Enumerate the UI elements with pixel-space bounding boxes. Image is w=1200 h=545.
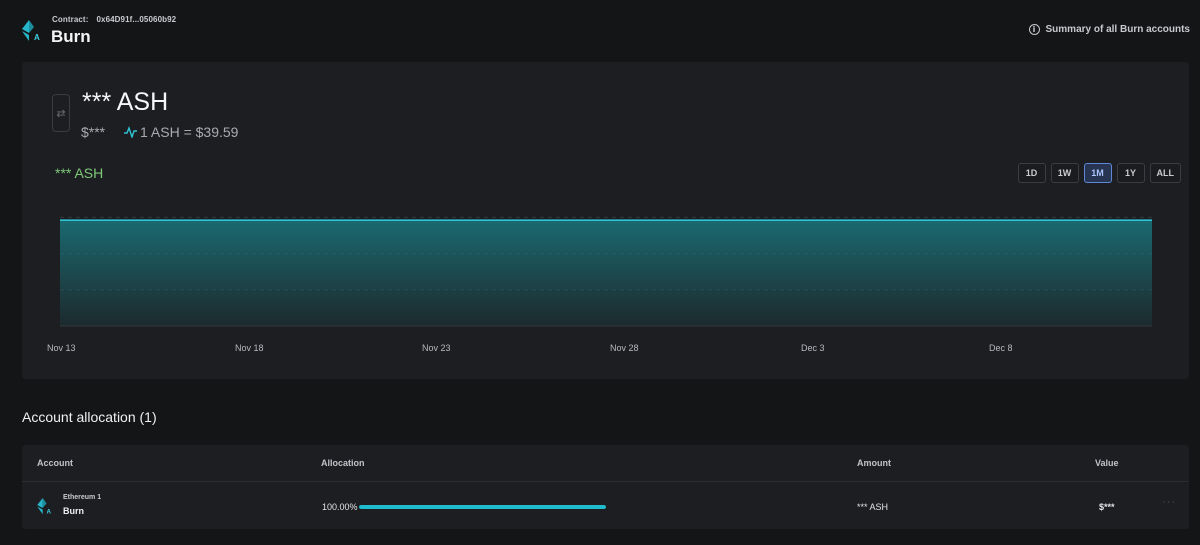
contract-address[interactable]: 0x64D91f...05060b92 (96, 15, 176, 24)
contract-info: Contract: 0x64D91f...05060b92 (52, 15, 176, 24)
summary-link-label: Summary of all Burn accounts (1045, 24, 1190, 35)
table-header: Account Allocation Amount Value (22, 445, 1189, 482)
range-button-1w[interactable]: 1W (1050, 163, 1079, 183)
x-tick-label: Nov 23 (422, 343, 451, 353)
range-button-1d[interactable]: 1D (1017, 163, 1046, 183)
column-allocation[interactable]: Allocation (321, 458, 365, 468)
balance-card: Nov 13 Nov 18 Nov 23 Nov 28 Dec 3 Dec 8 ⇄ ***… (22, 62, 1189, 379)
page-header: A Contract: 0x64D91f...05060b92 Burn i Su… (0, 0, 1200, 60)
allocation-title: Account allocation (1) (22, 409, 157, 425)
x-tick-label: Dec 3 (801, 343, 825, 353)
series-area (60, 220, 1152, 326)
swap-icon: ⇄ (56, 107, 66, 120)
range-button-1m[interactable]: 1M (1083, 163, 1112, 183)
column-value[interactable]: Value (1095, 458, 1119, 468)
column-amount[interactable]: Amount (857, 458, 891, 468)
balance-chart: Nov 13 Nov 18 Nov 23 Nov 28 Dec 3 Dec 8 (47, 216, 1152, 353)
svg-text:A: A (34, 33, 40, 42)
allocation-percent: 100.00% (322, 502, 358, 512)
x-tick-label: Nov 28 (610, 343, 639, 353)
exchange-rate: 1 ASH = $39.59 (124, 124, 238, 140)
range-button-1y[interactable]: 1Y (1116, 163, 1145, 183)
x-tick-label: Nov 18 (235, 343, 264, 353)
time-range-selector: 1D 1W 1M 1Y ALL (1017, 163, 1181, 183)
table-row[interactable]: A Ethereum 1 Burn 100.00% *** ASH $*** ·… (22, 482, 1189, 529)
allocation-table: Account Allocation Amount Value A Ethere… (22, 445, 1189, 529)
account-logo-icon: A (22, 20, 40, 42)
allocation-bar (359, 505, 606, 509)
balance-usd: $*** (81, 124, 106, 140)
column-account[interactable]: Account (37, 458, 73, 468)
allocation-bar-fill (359, 505, 606, 509)
pulse-icon (124, 126, 137, 138)
balance-amount: *** ASH (82, 88, 169, 116)
account-name: Burn (63, 506, 84, 516)
summary-link[interactable]: i Summary of all Burn accounts (1028, 24, 1190, 35)
contract-label: Contract: (52, 15, 89, 24)
x-tick-label: Nov 13 (47, 343, 76, 353)
chart-balance-label: *** ASH (55, 165, 104, 181)
svg-text:A: A (47, 508, 52, 515)
info-icon: i (1028, 24, 1040, 35)
account-logo-icon: A (37, 498, 52, 515)
more-options-button[interactable]: ··· (1162, 496, 1176, 508)
account-value: $*** (1099, 502, 1115, 512)
x-tick-label: Dec 8 (989, 343, 1013, 353)
page-title: Burn (51, 27, 91, 46)
account-network: Ethereum 1 (63, 494, 102, 501)
swap-currency-button[interactable]: ⇄ (52, 94, 70, 132)
exchange-rate-label: 1 ASH = $39.59 (140, 124, 239, 140)
range-button-all[interactable]: ALL (1149, 163, 1181, 183)
account-amount: *** ASH (857, 502, 889, 512)
